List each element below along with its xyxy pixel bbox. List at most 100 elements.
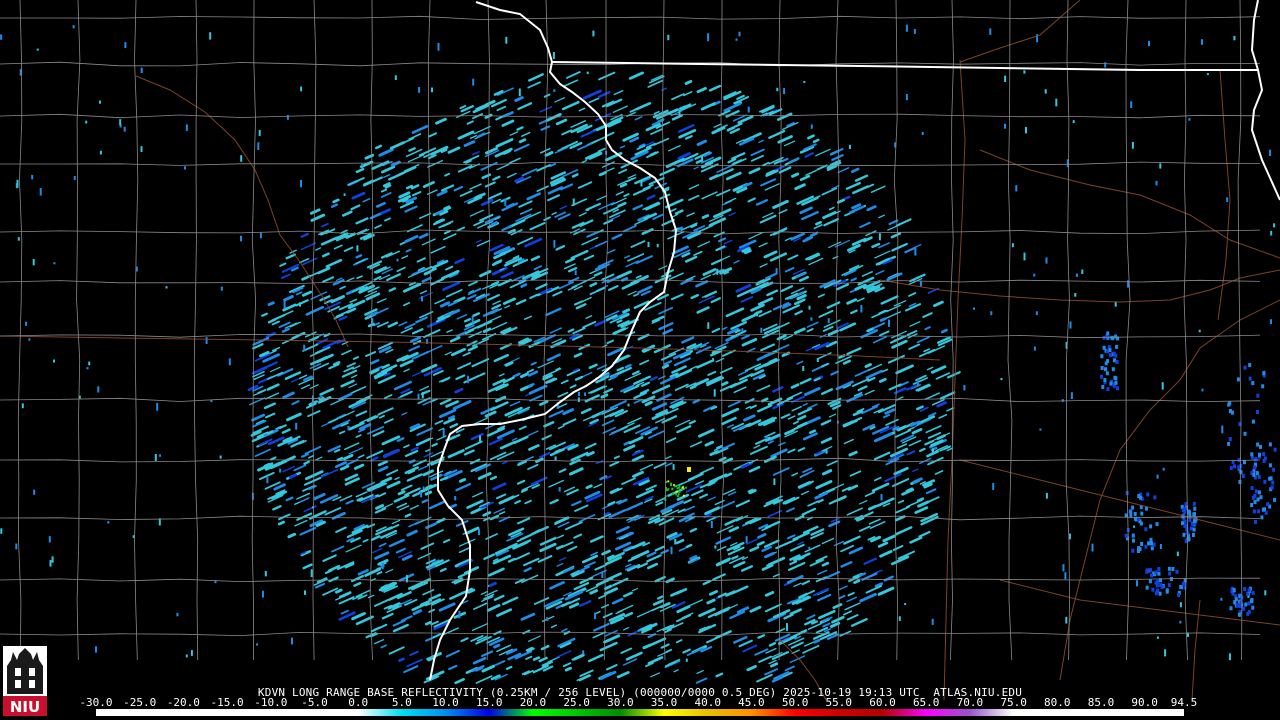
echo-speckle [825,449,828,454]
colorbar-tick-labels: -30.0 -25.0 -20.0 -15.0 -10.0 -5.0 0.0 5.0 10.0 1… [0,697,1280,709]
echo-speckle [442,428,445,437]
colorbar-tick: 45.0 [738,696,765,709]
echo-speckle [1273,223,1276,228]
echo-speckle [898,616,901,621]
echo-cell-strong [670,484,672,487]
echo-cell [1103,378,1107,382]
echo-cell [1189,526,1193,531]
echo-speckle [848,144,851,149]
echo-cell [1253,500,1257,505]
colorbar-tick: 85.0 [1087,696,1115,709]
echo-cell [1177,593,1180,598]
echo-speckle [1104,62,1107,68]
echo-speckle [546,617,549,621]
echo-cell [1251,381,1255,386]
echo-streak [732,544,741,551]
echo-cell [1268,463,1272,468]
echo-streak [878,377,887,383]
echo-cell [1140,511,1144,516]
echo-cell-strong [675,485,678,488]
echo-speckle [504,198,507,206]
echo-speckle [259,232,262,239]
colorbar-tick: 35.0 [650,696,678,709]
echo-cell [1137,546,1141,551]
echo-cell [1108,348,1112,353]
echo-cell [1232,588,1236,593]
echo-speckle [0,34,3,40]
echo-cell [1238,479,1242,484]
echo-cell [1146,492,1150,497]
echo-speckle [123,126,126,132]
echo-speckle [756,311,759,317]
echo-streak [554,448,562,454]
echo-cell [1251,495,1255,500]
echo-streak [684,79,693,85]
echo-speckle [932,448,934,454]
echo-speckle [99,100,101,104]
echo-cell [1106,387,1110,392]
colorbar-tick: 15.0 [476,696,503,709]
echo-speckle [914,247,917,256]
echo-speckle [418,87,421,93]
echo-speckle [904,603,907,606]
echo-speckle [417,393,420,400]
echo-speckle [972,307,975,310]
echo-cell [1260,515,1264,520]
echo-cell [1192,519,1196,524]
echo-speckle [1176,551,1179,557]
echo-streak [332,198,340,204]
echo-speckle [592,30,595,37]
echo-cell [1192,512,1196,517]
echo-cell-strong [687,467,691,472]
echo-cell [1187,509,1191,514]
echo-speckle [808,305,811,310]
echo-cell [1131,505,1135,510]
echo-speckle [421,296,423,302]
echo-cell [1264,510,1268,515]
echo-speckle [1033,273,1036,277]
echo-speckle [219,455,222,459]
echo-speckle [1198,329,1201,333]
echo-speckle [25,321,28,326]
echo-speckle [39,188,42,196]
echo-speckle [17,237,20,241]
echo-cell [1154,591,1158,596]
echo-speckle [154,454,157,461]
echo-cell [1254,519,1257,524]
echo-speckle [1264,590,1267,596]
echo-speckle [421,391,424,399]
echo-speckle [558,487,561,492]
echo-cell-strong [678,490,681,493]
echo-cell [1256,497,1260,502]
echo-cell [1252,472,1256,477]
colorbar-tick: 20.0 [519,696,547,709]
echo-cell [1113,358,1116,363]
echo-cell [1238,612,1241,617]
logo-tower [7,648,43,694]
echo-speckle [1201,39,1203,45]
echo-speckle [1133,525,1136,528]
echo-streak [791,172,800,178]
echo-speckle [1233,35,1236,41]
echo-speckle [765,435,768,439]
echo-cell [1233,600,1237,605]
echo-speckle [553,240,556,248]
echo-cell [1227,402,1231,407]
echo-speckle [1004,75,1007,82]
echo-cell [1263,479,1267,484]
echo-speckle [816,358,819,362]
echo-speckle [467,375,470,384]
echo-cell [1271,480,1275,485]
colorbar-tick: 70.0 [956,696,984,709]
colorbar-tick: 55.0 [825,696,853,709]
echo-speckle [760,327,763,333]
echo-streak [623,440,631,446]
echo-speckle [73,176,76,180]
echo-cell-strong [667,488,670,491]
colorbar-tick: 50.0 [781,696,809,709]
echo-streak [336,456,344,462]
echo-speckle [1035,311,1038,315]
echo-cell [1251,419,1255,424]
echo-speckle [601,571,604,578]
echo-cell [1262,452,1266,457]
